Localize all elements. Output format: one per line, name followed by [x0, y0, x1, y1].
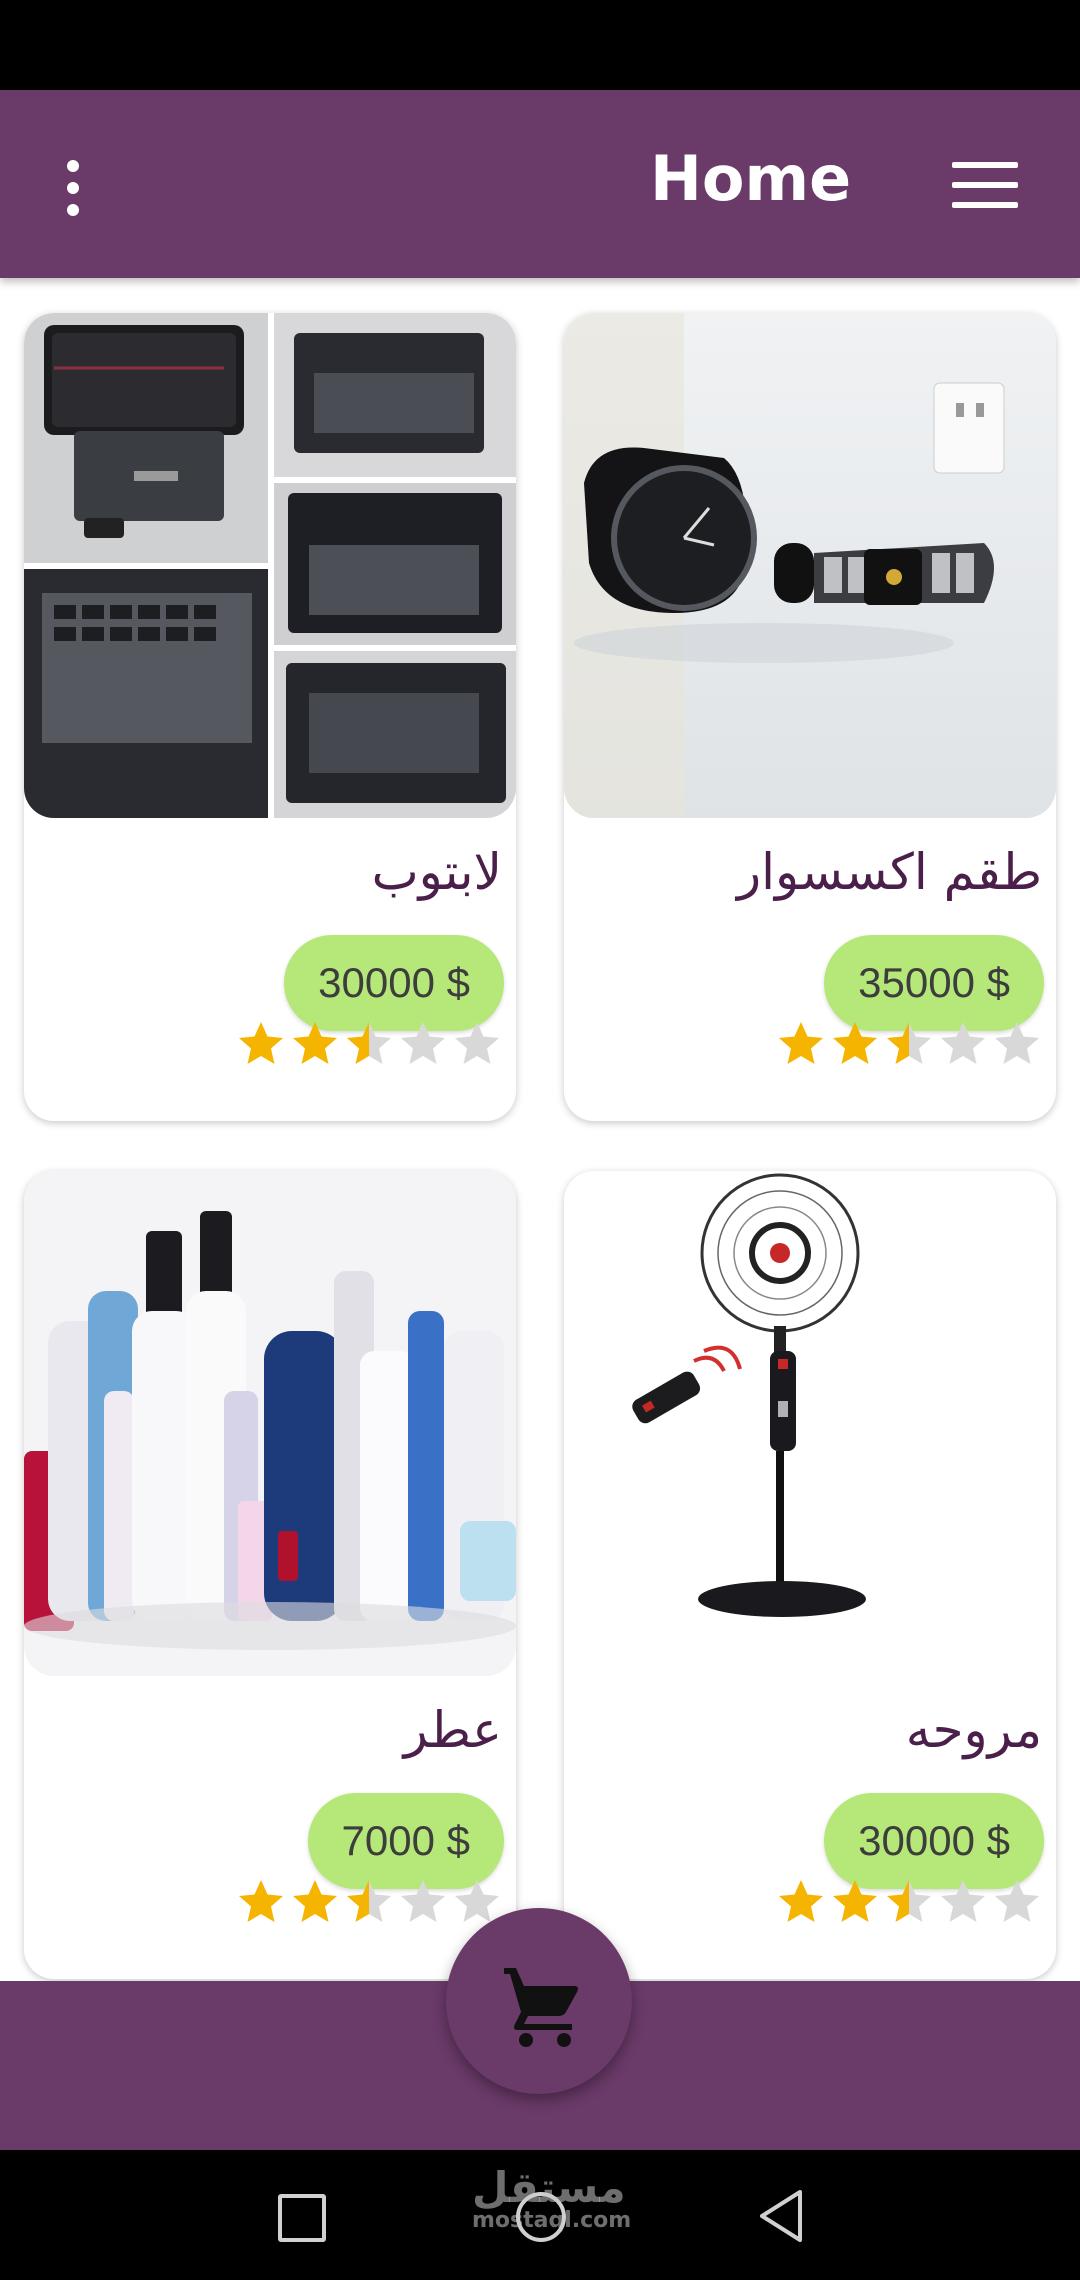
menu-icon[interactable]	[952, 162, 1018, 210]
product-title: لابتوب	[371, 843, 502, 901]
star-icon	[887, 1880, 931, 1922]
star-icon	[347, 1880, 391, 1922]
back-icon[interactable]	[756, 2188, 806, 2244]
star-icon	[401, 1022, 445, 1064]
price-button[interactable]: 35000 $	[824, 935, 1044, 1031]
product-card-perfume[interactable]: عطر 7000 $	[24, 1171, 516, 1979]
star-icon	[941, 1022, 985, 1064]
star-icon	[995, 1880, 1039, 1922]
more-vert-icon[interactable]	[58, 160, 88, 216]
cart-icon	[504, 1968, 578, 2047]
watermark: مستقل mostaql.com	[472, 2163, 632, 2233]
star-icon	[941, 1880, 985, 1922]
star-icon	[887, 1022, 931, 1064]
rating-stars	[776, 1877, 1042, 1927]
price-button[interactable]: 7000 $	[307, 1793, 504, 1889]
star-icon	[455, 1022, 499, 1064]
status-bar	[0, 0, 1080, 90]
star-icon	[293, 1880, 337, 1922]
product-image-watches	[564, 313, 1056, 818]
price-button[interactable]: 30000 $	[284, 935, 504, 1031]
recent-apps-icon[interactable]	[278, 2194, 326, 2242]
cart-button[interactable]	[446, 1908, 632, 2094]
product-title: عطر	[403, 1701, 502, 1759]
product-title: طقم اكسسوار	[736, 843, 1042, 901]
star-icon	[293, 1022, 337, 1064]
rating-stars	[236, 1019, 502, 1069]
product-card-laptop[interactable]: لابتوب 30000 $	[24, 313, 516, 1121]
rating-stars	[776, 1019, 1042, 1069]
product-title: مروحه	[905, 1701, 1042, 1759]
product-card-accessories[interactable]: طقم اكسسوار 35000 $	[564, 313, 1056, 1121]
star-icon	[833, 1022, 877, 1064]
product-card-fan[interactable]: مروحه 30000 $	[564, 1171, 1056, 1979]
star-icon	[239, 1880, 283, 1922]
star-icon	[779, 1880, 823, 1922]
star-icon	[239, 1022, 283, 1064]
price-button[interactable]: 30000 $	[824, 1793, 1044, 1889]
product-image-laptop	[24, 313, 516, 818]
system-nav-bar: مستقل mostaql.com	[0, 2150, 1080, 2280]
page-title: Home	[650, 142, 852, 215]
star-icon	[779, 1022, 823, 1064]
star-icon	[401, 1880, 445, 1922]
product-image-perfume	[24, 1171, 516, 1676]
product-image-fan	[564, 1171, 1056, 1676]
star-icon	[995, 1022, 1039, 1064]
app-bar: Home	[0, 90, 1080, 278]
star-icon	[833, 1880, 877, 1922]
star-icon	[347, 1022, 391, 1064]
